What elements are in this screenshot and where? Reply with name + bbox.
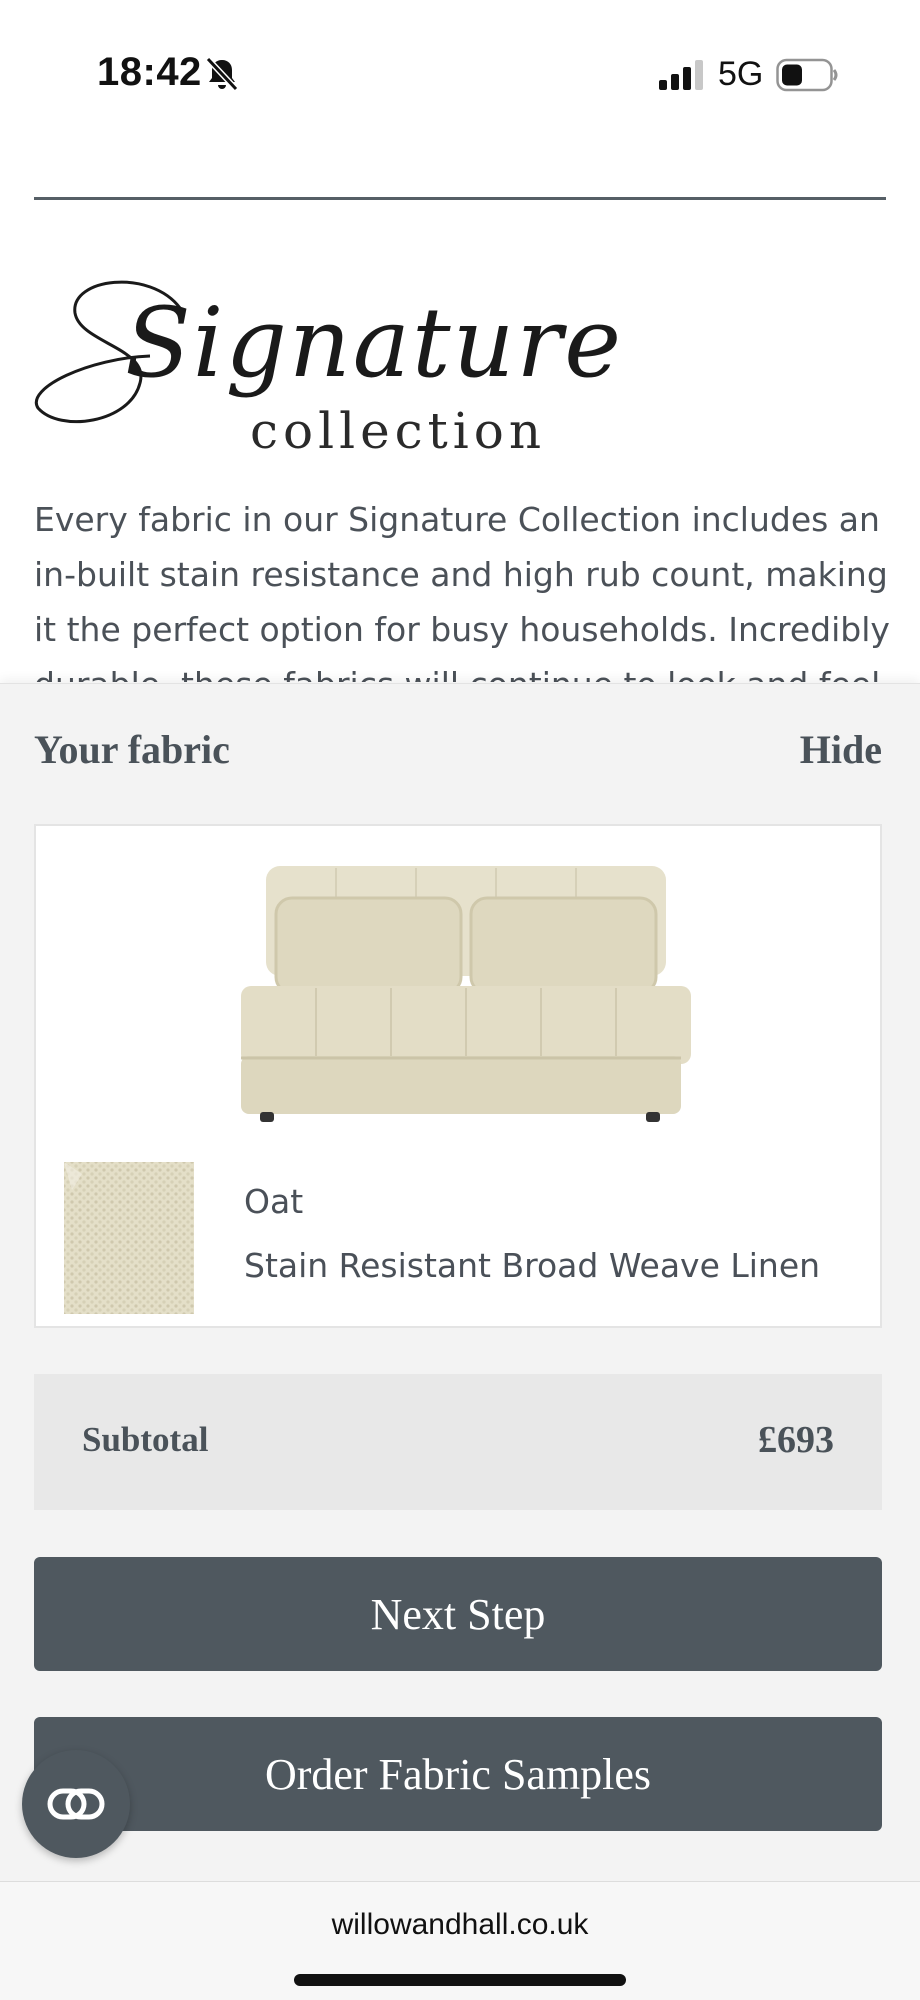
chat-icon xyxy=(47,1788,105,1820)
subtotal-row: Subtotal £693 xyxy=(34,1374,882,1510)
chat-button[interactable] xyxy=(22,1750,130,1858)
subtotal-label: Subtotal xyxy=(82,1420,209,1459)
hide-button[interactable]: Hide xyxy=(800,726,882,773)
svg-text:collection: collection xyxy=(250,402,546,460)
fabric-card: Oat Stain Resistant Broad Weave Linen xyxy=(34,824,882,1328)
status-time: 18:42 xyxy=(97,50,202,94)
status-bar: 18:42 5G xyxy=(0,0,920,150)
collection-description: Every fabric in our Signature Collection… xyxy=(34,500,890,682)
network-label: 5G xyxy=(718,55,764,93)
signature-collection-logo: Signature collection xyxy=(34,280,623,460)
browser-url-bar[interactable]: willowandhall.co.uk xyxy=(0,1881,920,2000)
svg-text:Signature: Signature xyxy=(125,287,623,399)
panel-title: Your fabric xyxy=(34,727,230,772)
signal-icon xyxy=(659,60,703,90)
subtotal-value: £693 xyxy=(758,1419,834,1461)
url-text: willowandhall.co.uk xyxy=(331,1908,589,1941)
top-divider xyxy=(34,197,886,200)
home-indicator[interactable] xyxy=(294,1974,626,1986)
battery-icon xyxy=(776,58,838,92)
fabric-panel: Your fabric Hide Oat Stain Resistant Bro… xyxy=(0,683,920,1881)
fabric-swatch-image xyxy=(64,1162,194,1314)
sofa-image xyxy=(241,866,691,1122)
order-fabric-samples-button[interactable]: Order Fabric Samples xyxy=(34,1717,882,1831)
next-step-button[interactable]: Next Step xyxy=(34,1557,882,1671)
bell-off-icon xyxy=(205,56,239,92)
fabric-name: Oat xyxy=(244,1182,304,1221)
fabric-description: Stain Resistant Broad Weave Linen xyxy=(244,1246,821,1285)
